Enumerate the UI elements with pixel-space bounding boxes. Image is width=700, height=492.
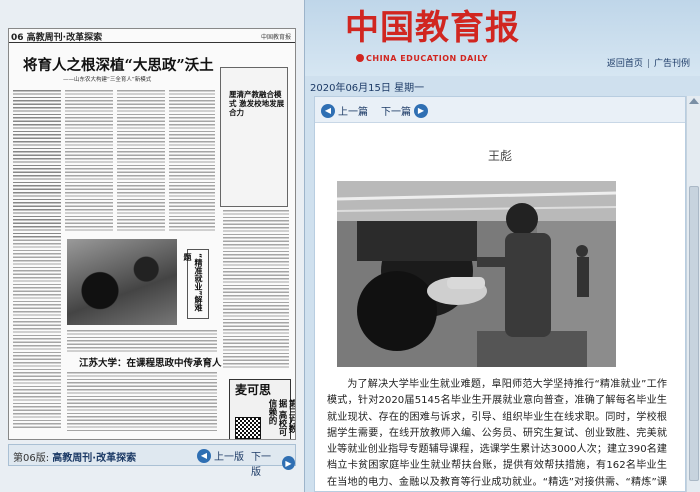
arrow-left-icon: ◀: [321, 103, 335, 118]
next-article-label: 下一篇: [381, 107, 411, 118]
text-column: [169, 89, 215, 231]
prev-article-button[interactable]: ◀ 上一篇: [321, 103, 368, 118]
ad-vertical-text: 第三方数据 高校可信赖的: [267, 399, 296, 436]
article-navigation: ◀ 上一篇 下一篇 ▶: [315, 97, 685, 123]
next-article-button[interactable]: 下一篇 ▶: [381, 103, 428, 118]
prev-page-label: 上一版: [214, 452, 244, 463]
text-column: [223, 209, 289, 369]
current-page-title: 高教周刊·改革探索: [52, 453, 137, 464]
prev-article-label: 上一篇: [338, 107, 368, 118]
sidebox-title: 厘清产教融合模式 激发校地发展合力: [229, 90, 285, 117]
next-page-button[interactable]: 下一版 ▶: [251, 448, 295, 478]
scroll-up-icon[interactable]: [689, 98, 699, 104]
text-column: [13, 89, 61, 239]
page-header: 06 高教周刊·改革探索 中国教育报: [9, 29, 295, 43]
factory-photo-illustration: [337, 181, 616, 367]
page-subhead: ——山东农大构建“三全育人”新模式: [63, 77, 152, 83]
next-page-label: 下一版: [251, 452, 271, 478]
text-column: [67, 329, 217, 353]
page-photo-thumbnail: [67, 239, 177, 325]
page-panel: 06 高教周刊·改革探索 中国教育报 将育人之根深植“大思政”沃土 ——山东农大…: [0, 0, 305, 492]
page-masthead: 中国教育报: [260, 34, 291, 41]
page-section-label: 06 高教周刊·改革探索: [11, 33, 103, 43]
issue-date: 2020年06月15日 星期一: [310, 83, 425, 94]
text-column: [67, 371, 217, 431]
ad-rates-link[interactable]: 广告刊例: [654, 59, 690, 69]
page-navigation: 第06版: 高教周刊·改革探索 ◀ 上一版 下一版 ▶: [8, 444, 296, 478]
arrow-left-icon: ◀: [197, 448, 211, 463]
arrow-right-icon: ▶: [414, 103, 428, 118]
page-vertical-title[interactable]: “精准就业”解难题: [183, 249, 209, 319]
home-link[interactable]: 返回首页: [607, 59, 643, 69]
ad-title: 麦可思: [235, 383, 272, 397]
article-body: 为了解决大学毕业生就业难题，阜阳师范大学坚持推行“精准就业”工作模式，针对202…: [327, 379, 667, 488]
text-column: [117, 89, 165, 231]
scrollbar[interactable]: [686, 96, 700, 492]
scrollbar-thumb[interactable]: [689, 186, 699, 481]
prev-page-button[interactable]: ◀ 上一版: [197, 448, 244, 463]
qr-code-icon: [235, 417, 261, 439]
text-column: [65, 89, 113, 231]
newspaper-page-thumbnail[interactable]: 06 高教周刊·改革探索 中国教育报 将育人之根深植“大思政”沃土 ——山东农大…: [8, 28, 296, 440]
page-sidebox[interactable]: 厘清产教融合模式 激发校地发展合力: [220, 67, 288, 207]
site-logo-en-text: CHINA EDUCATION DAILY: [366, 54, 488, 63]
current-page-label: 第06版: 高教周刊·改革探索: [13, 449, 136, 464]
page-column-headline[interactable]: 江苏大学：在课程思政中传承育人: [79, 355, 222, 369]
arrow-right-icon: ▶: [281, 456, 295, 470]
site-logo[interactable]: 中国教育报: [345, 8, 520, 48]
article-author: 王彪: [487, 149, 512, 163]
current-page-prefix: 第06版:: [13, 453, 50, 464]
article-panel: ◀ 上一篇 下一篇 ▶ 王彪 为了解决大学毕业生就业难题，阜阳师范大学坚持推行“…: [314, 96, 686, 492]
top-links: 返回首页 | 广告刊例: [606, 59, 690, 69]
site-logo-en: CHINA EDUCATION DAILY: [356, 54, 488, 63]
page-headline[interactable]: 将育人之根深植“大思政”沃土: [23, 54, 214, 75]
article-photo: [337, 181, 616, 367]
logo-dot-icon: [356, 54, 364, 62]
